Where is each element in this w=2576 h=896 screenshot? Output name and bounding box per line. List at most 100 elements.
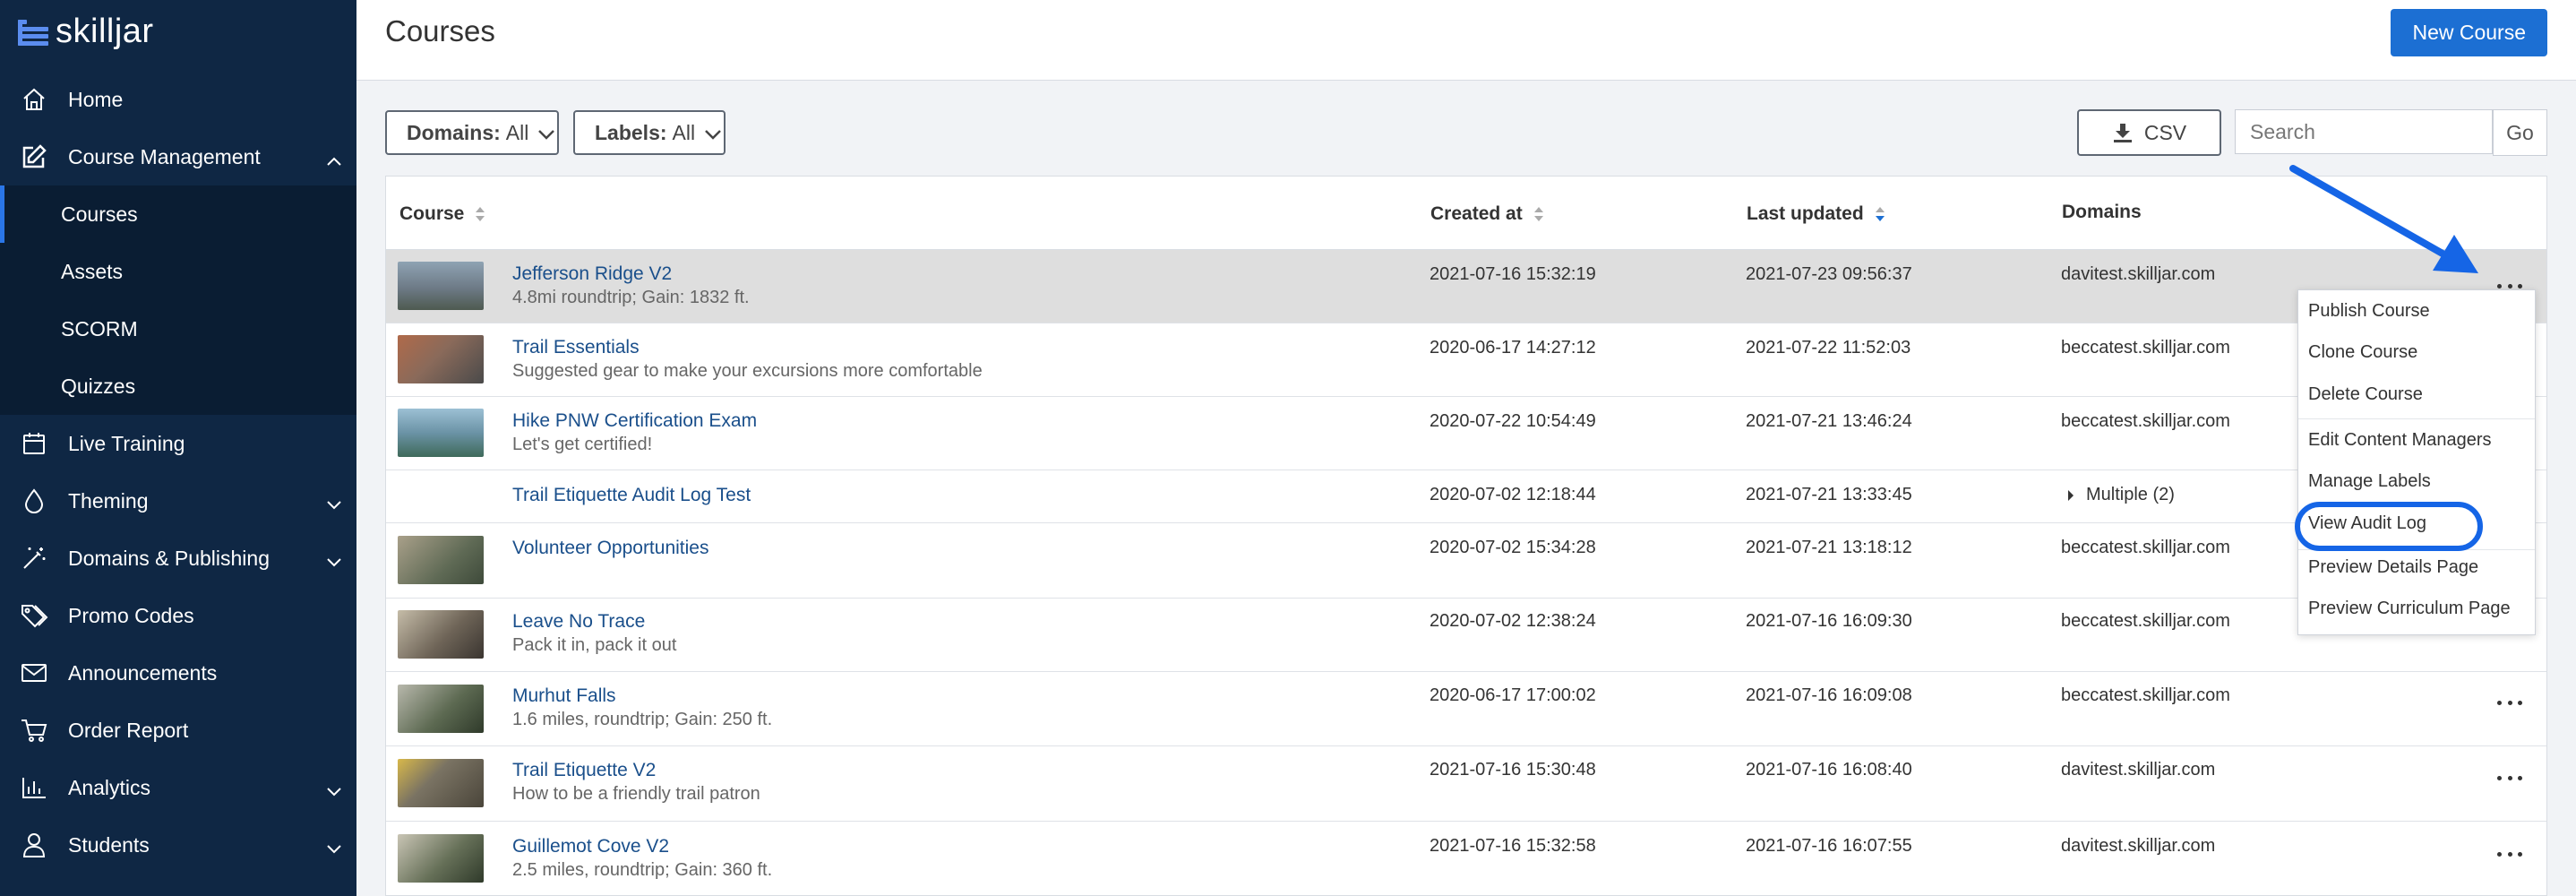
skilljar-logo[interactable]: skilljar [0, 0, 356, 63]
table-row[interactable]: Trail Etiquette V2 How to be a friendly … [386, 746, 2546, 822]
logo-mark-icon [18, 16, 48, 47]
labels-filter[interactable]: Labels: All [573, 110, 726, 155]
domain-cell: beccatest.skilljar.com [2061, 338, 2230, 358]
more-actions-icon[interactable] [2497, 694, 2522, 711]
menu-divider [2298, 418, 2535, 419]
last-updated-cell: 2021-07-21 13:18:12 [1746, 538, 1912, 557]
column-header-label: Course [399, 203, 465, 224]
table-row[interactable]: Volunteer Opportunities 2020-07-02 15:34… [386, 523, 2546, 599]
more-actions-icon[interactable] [2497, 769, 2522, 787]
table-row[interactable]: Trail Essentials Suggested gear to make … [386, 323, 2546, 397]
table-row[interactable]: Leave No Trace Pack it in, pack it out 2… [386, 599, 2546, 672]
sidebar: skilljar Home Course Management Courses … [0, 0, 356, 896]
course-title-link[interactable]: Guillemot Cove V2 [512, 836, 669, 857]
table-row[interactable]: Jefferson Ridge V2 4.8mi roundtrip; Gain… [386, 250, 2546, 323]
course-title-link[interactable]: Jefferson Ridge V2 [512, 263, 672, 285]
domains-filter[interactable]: Domains: All [385, 110, 559, 155]
table-header: Course Created at Last updated Domains [386, 177, 2546, 250]
sidebar-item-course-management[interactable]: Course Management [0, 128, 356, 185]
course-subtitle: Pack it in, pack it out [512, 635, 677, 655]
course-title-link[interactable]: Volunteer Opportunities [512, 538, 708, 559]
menu-item-clone-course[interactable]: Clone Course [2308, 342, 2417, 363]
course-subtitle: Suggested gear to make your excursions m… [512, 361, 983, 381]
sidebar-item-label: Course Management [68, 144, 261, 168]
created-at-cell: 2020-07-22 10:54:49 [1430, 411, 1596, 431]
tags-icon [20, 601, 48, 630]
cart-icon [20, 716, 48, 745]
table-row[interactable]: Murhut Falls 1.6 miles, roundtrip; Gain:… [386, 672, 2546, 746]
column-header-label: Last updated [1747, 203, 1864, 224]
course-thumbnail [398, 536, 484, 584]
menu-item-delete-course[interactable]: Delete Course [2308, 384, 2423, 405]
menu-item-preview-details-page[interactable]: Preview Details Page [2308, 557, 2478, 578]
go-button[interactable]: Go [2493, 109, 2547, 156]
menu-item-manage-labels[interactable]: Manage Labels [2308, 471, 2431, 492]
column-header-last-updated[interactable]: Last updated [1747, 203, 1885, 225]
last-updated-cell: 2021-07-22 11:52:03 [1746, 338, 1911, 358]
new-course-button[interactable]: New Course [2391, 9, 2547, 56]
sidebar-item-promo-codes[interactable]: Promo Codes [0, 587, 356, 644]
chevron-down-icon [326, 836, 342, 860]
page-title: Courses [385, 14, 495, 47]
course-title-link[interactable]: Trail Essentials [512, 337, 640, 358]
course-title-link[interactable]: Hike PNW Certification Exam [512, 410, 757, 432]
domain-cell: davitest.skilljar.com [2061, 836, 2216, 856]
envelope-icon [20, 659, 48, 687]
table-row[interactable]: Hike PNW Certification Exam Let's get ce… [386, 397, 2546, 470]
sidebar-subitem-scorm[interactable]: SCORM [0, 300, 356, 358]
sidebar-item-order-report[interactable]: Order Report [0, 702, 356, 759]
sidebar-item-label: Announcements [68, 660, 218, 685]
chevron-up-icon [326, 148, 342, 172]
labels-filter-value: All [672, 120, 696, 144]
chevron-down-icon [326, 549, 342, 573]
menu-item-edit-content-managers[interactable]: Edit Content Managers [2308, 430, 2492, 451]
droplet-icon [20, 487, 48, 515]
last-updated-cell: 2021-07-21 13:46:24 [1746, 411, 1912, 431]
created-at-cell: 2021-07-16 15:32:19 [1430, 264, 1596, 284]
user-icon [20, 831, 48, 859]
labels-filter-label: Labels: [595, 120, 667, 144]
course-thumbnail [398, 759, 484, 807]
sidebar-item-label: Students [68, 832, 150, 857]
sidebar-item-analytics[interactable]: Analytics [0, 759, 356, 816]
sidebar-item-label: Order Report [68, 718, 189, 742]
course-subtitle: How to be a friendly trail patron [512, 784, 760, 804]
column-header-created-at[interactable]: Created at [1430, 203, 1544, 225]
last-updated-cell: 2021-07-16 16:07:55 [1746, 836, 1912, 856]
download-icon [2112, 122, 2134, 143]
menu-item-preview-curriculum-page[interactable]: Preview Curriculum Page [2308, 599, 2511, 619]
course-title-link[interactable]: Trail Etiquette Audit Log Test [512, 485, 751, 506]
sidebar-item-domains-publishing[interactable]: Domains & Publishing [0, 530, 356, 587]
sidebar-subitem-courses[interactable]: Courses [0, 185, 356, 243]
column-header-course[interactable]: Course [399, 203, 485, 225]
more-actions-icon[interactable] [2497, 845, 2522, 863]
sidebar-subitem-quizzes[interactable]: Quizzes [0, 358, 356, 415]
sidebar-item-label: Analytics [68, 775, 151, 799]
sidebar-item-home[interactable]: Home [0, 71, 356, 128]
home-icon [20, 85, 48, 114]
course-title-link[interactable]: Leave No Trace [512, 611, 645, 633]
sidebar-item-theming[interactable]: Theming [0, 472, 356, 530]
caret-right-icon [2068, 489, 2074, 501]
sidebar-item-label: Promo Codes [68, 603, 194, 627]
column-header-label: Domains [2062, 202, 2142, 222]
sidebar-subitem-assets[interactable]: Assets [0, 243, 356, 300]
table-row[interactable]: Trail Etiquette Audit Log Test 2020-07-0… [386, 470, 2546, 523]
table-row[interactable]: Guillemot Cove V2 2.5 miles, roundtrip; … [386, 822, 2546, 895]
sidebar-item-students[interactable]: Students [0, 816, 356, 874]
course-subtitle: 1.6 miles, roundtrip; Gain: 250 ft. [512, 710, 773, 729]
sort-descending-icon [1875, 205, 1885, 223]
sidebar-item-announcements[interactable]: Announcements [0, 644, 356, 702]
menu-item-publish-course[interactable]: Publish Course [2308, 301, 2430, 322]
sidebar-item-live-training[interactable]: Live Training [0, 415, 356, 472]
course-title-link[interactable]: Trail Etiquette V2 [512, 760, 656, 781]
domain-multiple-toggle[interactable]: Multiple (2) [2066, 485, 2175, 505]
last-updated-cell: 2021-07-23 09:56:37 [1746, 264, 1912, 284]
chevron-down-icon [537, 121, 555, 145]
last-updated-cell: 2021-07-16 16:09:30 [1746, 611, 1912, 631]
annotation-highlight-ring [2295, 502, 2483, 551]
course-title-link[interactable]: Murhut Falls [512, 685, 616, 707]
search-input[interactable] [2235, 109, 2493, 154]
sidebar-item-label: Home [68, 87, 124, 111]
csv-export-button[interactable]: CSV [2077, 109, 2221, 156]
